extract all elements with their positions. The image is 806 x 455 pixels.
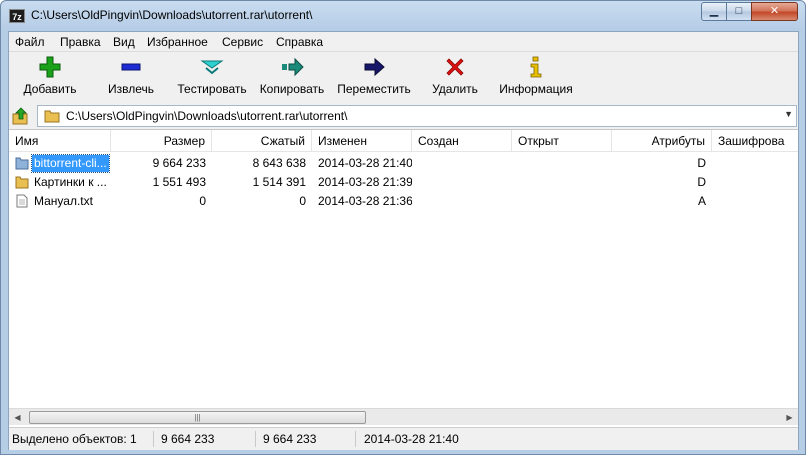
file-name[interactable]: Мануал.txt — [32, 193, 95, 210]
delete-icon — [446, 58, 464, 76]
status-divider — [355, 431, 356, 447]
menu-favorites[interactable]: Избранное — [147, 35, 208, 49]
file-list: Имя Размер Сжатый Изменен Создан Открыт … — [9, 129, 798, 427]
window-title: C:\Users\OldPingvin\Downloads\utorrent.r… — [31, 8, 313, 22]
packed-cell: 8 643 638 — [252, 156, 306, 170]
column-encrypted[interactable]: Зашифрова — [712, 130, 798, 152]
title-bar[interactable]: 7z C:\Users\OldPingvin\Downloads\utorren… — [1, 1, 805, 31]
add-label: Добавить — [23, 82, 77, 96]
menu-edit[interactable]: Правка — [60, 35, 101, 49]
chevron-down-icon[interactable]: ▼ — [784, 109, 793, 119]
menu-file[interactable]: Файл — [15, 35, 45, 49]
folder-up-icon[interactable] — [11, 106, 31, 126]
move-button[interactable]: Переместить — [335, 55, 413, 99]
close-button[interactable]: ✕ — [751, 2, 798, 21]
copy-label: Копировать — [259, 82, 325, 96]
scroll-right-icon[interactable]: ▶ — [781, 409, 798, 426]
column-size[interactable]: Размер — [111, 130, 212, 152]
delete-button[interactable]: Удалить — [427, 55, 483, 99]
text-file-icon — [16, 194, 28, 208]
column-attributes[interactable]: Атрибуты — [612, 130, 712, 152]
horizontal-scrollbar[interactable]: ◀ ||| ▶ — [9, 408, 798, 425]
status-packed: 9 664 233 — [263, 432, 317, 446]
status-selected: Выделено объектов: 1 — [12, 432, 137, 446]
info-button[interactable]: Информация — [497, 55, 575, 99]
move-icon — [364, 57, 385, 77]
extract-label: Извлечь — [107, 82, 154, 96]
info-label: Информация — [499, 82, 573, 96]
maximize-button[interactable]: □ — [726, 2, 752, 21]
scrollbar-thumb[interactable]: ||| — [29, 411, 366, 424]
modified-cell: 2014-03-28 21:40 — [318, 156, 412, 170]
status-modified: 2014-03-28 21:40 — [364, 432, 459, 446]
copy-icon — [282, 57, 304, 77]
test-label: Тестировать — [177, 82, 247, 96]
packed-cell: 0 — [299, 194, 306, 208]
status-bar: Выделено объектов: 1 9 664 233 9 664 233… — [9, 427, 798, 450]
table-row[interactable]: Картинки к ... 1 551 493 1 514 391 2014-… — [9, 173, 798, 192]
folder-icon — [15, 176, 29, 189]
add-button[interactable]: Добавить — [19, 55, 81, 99]
path-input[interactable]: C:\Users\OldPingvin\Downloads\utorrent.r… — [37, 105, 797, 127]
menu-bar: Файл Правка Вид Избранное Сервис Справка — [9, 32, 798, 52]
column-name[interactable]: Имя — [9, 130, 111, 152]
toolbar: Добавить Извлечь Тестировать Копировать … — [9, 52, 798, 102]
column-created[interactable]: Создан — [412, 130, 512, 152]
table-row[interactable]: bittorrent-cli... 9 664 233 8 643 638 20… — [9, 154, 798, 173]
size-cell: 1 551 493 — [152, 175, 206, 189]
column-header: Имя Размер Сжатый Изменен Создан Открыт … — [9, 130, 798, 152]
menu-tools[interactable]: Сервис — [222, 35, 263, 49]
modified-cell: 2014-03-28 21:36 — [318, 194, 412, 208]
client-area: Файл Правка Вид Избранное Сервис Справка… — [8, 31, 799, 450]
scroll-left-icon[interactable]: ◀ — [9, 409, 26, 426]
test-icon — [200, 60, 224, 75]
minimize-button[interactable]: ▁ — [701, 2, 727, 21]
info-icon — [530, 56, 542, 78]
copy-button[interactable]: Копировать — [257, 55, 327, 99]
size-cell: 0 — [199, 194, 206, 208]
table-row[interactable]: Мануал.txt 0 0 2014-03-28 21:36 A — [9, 192, 798, 211]
folder-icon — [44, 110, 60, 123]
address-bar: C:\Users\OldPingvin\Downloads\utorrent.r… — [9, 103, 798, 129]
folder-icon — [15, 157, 29, 170]
menu-help[interactable]: Справка — [276, 35, 323, 49]
menu-view[interactable]: Вид — [113, 35, 135, 49]
extract-icon — [121, 63, 141, 71]
attributes-cell: D — [697, 175, 706, 189]
app-window: 7z C:\Users\OldPingvin\Downloads\utorren… — [0, 0, 806, 455]
path-text: C:\Users\OldPingvin\Downloads\utorrent.r… — [66, 109, 348, 123]
column-accessed[interactable]: Открыт — [512, 130, 612, 152]
test-button[interactable]: Тестировать — [175, 55, 249, 99]
delete-label: Удалить — [432, 82, 478, 96]
attributes-cell: A — [697, 194, 706, 208]
attributes-cell: D — [697, 156, 706, 170]
7zip-app-icon[interactable]: 7z — [9, 9, 25, 23]
status-size: 9 664 233 — [161, 432, 215, 446]
packed-cell: 1 514 391 — [252, 175, 306, 189]
size-cell: 9 664 233 — [152, 156, 206, 170]
status-divider — [255, 431, 256, 447]
move-label: Переместить — [337, 82, 411, 96]
extract-button[interactable]: Извлечь — [103, 55, 159, 99]
modified-cell: 2014-03-28 21:39 — [318, 175, 412, 189]
column-modified[interactable]: Изменен — [312, 130, 412, 152]
file-name[interactable]: Картинки к ... — [32, 174, 109, 191]
add-icon — [39, 56, 61, 78]
column-packed[interactable]: Сжатый — [212, 130, 312, 152]
file-name[interactable]: bittorrent-cli... — [31, 154, 110, 173]
status-divider — [153, 431, 154, 447]
